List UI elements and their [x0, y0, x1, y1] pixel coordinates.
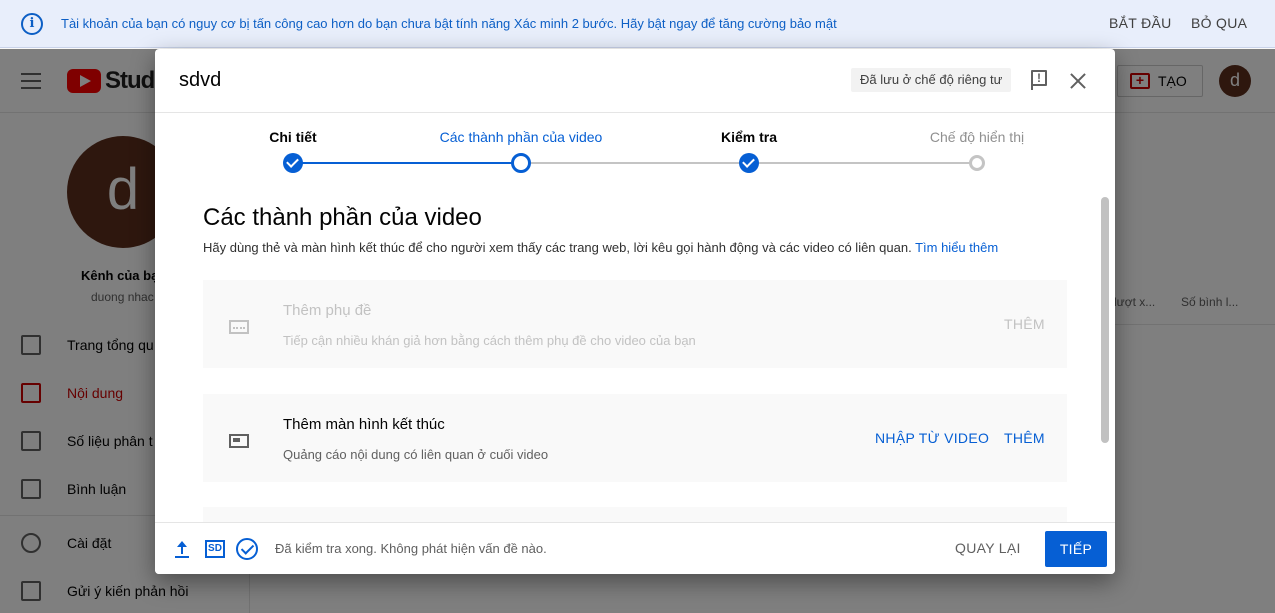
next-button[interactable]: TIẾP: [1045, 531, 1107, 567]
report-issue-icon[interactable]: [1030, 69, 1048, 91]
step-details-check-icon[interactable]: [283, 153, 303, 173]
step-visibility-dot[interactable]: [969, 155, 985, 171]
end-screen-title: Thêm màn hình kết thúc: [283, 416, 445, 433]
add-end-screen-button[interactable]: THÊM: [1004, 430, 1045, 446]
section-title: Các thành phần của video: [203, 204, 482, 231]
dialog-header-divider: [155, 112, 1115, 113]
step-details-label[interactable]: Chi tiết: [269, 129, 316, 145]
end-screen-description: Quảng cáo nội dung có liên quan ở cuối v…: [283, 447, 549, 462]
step-visibility-label[interactable]: Chế độ hiển thị: [930, 129, 1024, 145]
step-video-elements-dot[interactable]: [511, 153, 531, 173]
start-button[interactable]: BẮT ĐẦU: [1109, 15, 1172, 31]
dialog-title: sdvd: [179, 69, 222, 91]
step-video-elements-label[interactable]: Các thành phần của video: [440, 129, 603, 145]
step-checks-label[interactable]: Kiểm tra: [721, 129, 777, 145]
skip-button[interactable]: BỎ QUA: [1191, 15, 1247, 31]
info-icon: i: [21, 13, 43, 35]
add-subtitles-button[interactable]: THÊM: [1004, 316, 1045, 332]
end-screen-icon: [229, 434, 249, 448]
subtitles-card: Thêm phụ đề Tiếp cận nhiều khán giả hơn …: [203, 280, 1067, 368]
checks-status-text: Đã kiểm tra xong. Không phát hiện vấn đề…: [275, 541, 547, 556]
dialog-scrollbar[interactable]: [1101, 197, 1109, 443]
upload-icon[interactable]: [174, 541, 190, 559]
upload-dialog: sdvd Đã lưu ở chế độ riêng tư Chi tiết C…: [155, 49, 1115, 574]
description-text: Hãy dùng thẻ và màn hình kết thúc để cho…: [203, 240, 912, 255]
end-screen-card: Thêm màn hình kết thúc Quảng cáo nội dun…: [203, 394, 1067, 482]
subtitles-icon: [229, 320, 249, 334]
section-description: Hãy dùng thẻ và màn hình kết thúc để cho…: [203, 240, 998, 255]
security-banner: i Tài khoản của bạn có nguy cơ bị tấn cô…: [0, 0, 1275, 48]
banner-message: Tài khoản của bạn có nguy cơ bị tấn công…: [61, 16, 837, 31]
import-from-video-button[interactable]: NHẬP TỪ VIDEO: [875, 430, 989, 446]
back-button[interactable]: QUAY LẠI: [955, 540, 1021, 556]
close-icon[interactable]: [1068, 71, 1088, 91]
step-checks-check-icon[interactable]: [739, 153, 759, 173]
subtitles-title: Thêm phụ đề: [283, 302, 372, 319]
checks-complete-icon[interactable]: [236, 538, 258, 560]
sd-quality-icon[interactable]: SD: [205, 540, 225, 558]
dialog-footer: SD Đã kiểm tra xong. Không phát hiện vấn…: [155, 522, 1115, 574]
learn-more-link[interactable]: Tìm hiểu thêm: [915, 240, 998, 255]
subtitles-description: Tiếp cận nhiều khán giả hơn bằng cách th…: [283, 333, 696, 348]
step-connector: [293, 162, 521, 164]
saved-status-chip: Đã lưu ở chế độ riêng tư: [851, 68, 1012, 92]
